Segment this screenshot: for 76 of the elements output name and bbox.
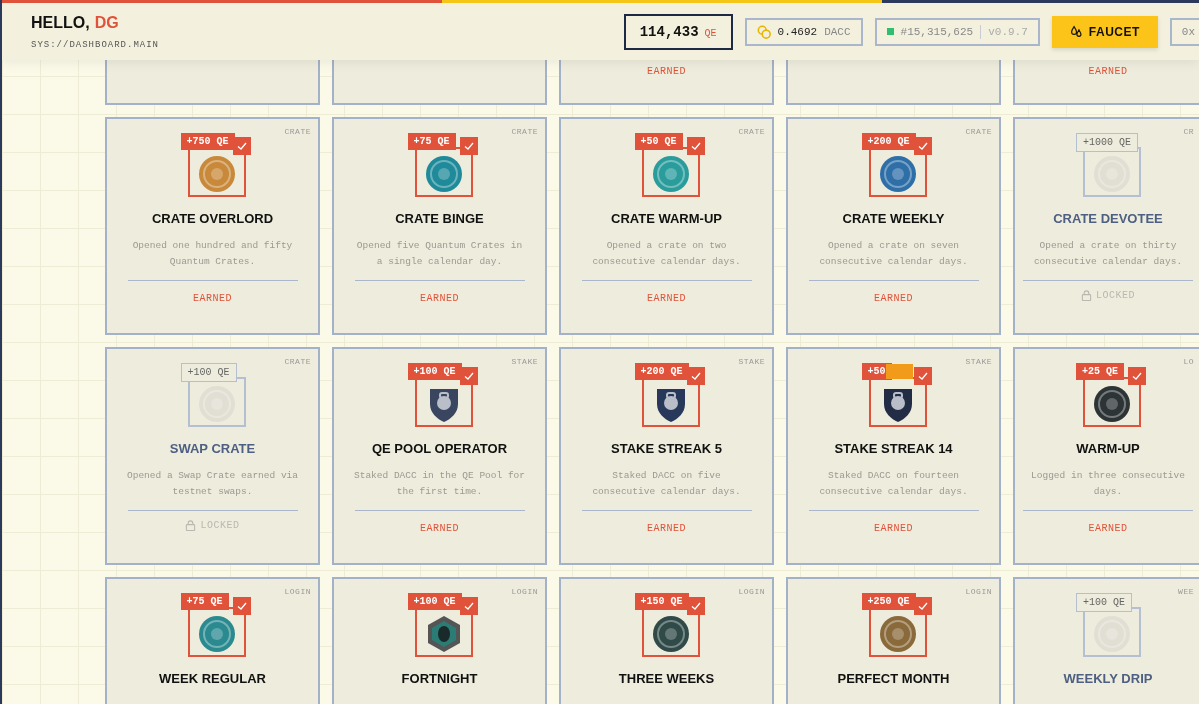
achievement-title: WEEK REGULAR	[159, 671, 266, 686]
category-label: WEE	[1178, 587, 1194, 596]
drops-icon	[1069, 25, 1083, 38]
category-label: STAKE	[511, 357, 538, 366]
status-label: EARNED	[647, 66, 686, 77]
status-label: EARNED	[874, 293, 913, 304]
lock-icon	[185, 520, 197, 531]
achievement-title: WARM-UP	[1076, 441, 1140, 456]
reward-tag: +100 QE	[407, 363, 462, 380]
category-label: LOGIN	[965, 587, 992, 596]
status-label: EARNED	[1088, 66, 1128, 77]
dacc-balance: 0.4692 DACC	[744, 17, 863, 46]
category-label: LOGIN	[511, 587, 538, 596]
achievement-description: Opened a crate on two consecutive calendar days.	[591, 239, 742, 269]
achievement-title: WEEKLY DRIP	[1063, 671, 1153, 686]
achievement-title: CRATE DEVOTEE	[1053, 211, 1163, 226]
status-label: EARNED	[647, 293, 686, 304]
reward-tag: +100 QE	[180, 363, 237, 382]
reward-tag: +150 QE	[634, 593, 689, 610]
achievement-title: STAKE STREAK 14	[834, 441, 953, 456]
achievement-title: CRATE WEEKLY	[842, 211, 945, 226]
lock-icon	[1081, 290, 1092, 301]
category-label: CRATE	[284, 357, 311, 366]
faucet-button[interactable]: FAUCET	[1051, 15, 1158, 48]
category-label: LOGIN	[284, 587, 311, 596]
category-label: CRATE	[738, 127, 765, 136]
category-label: CRATE	[965, 127, 992, 136]
reward-tag: +100 QE	[1076, 593, 1132, 612]
achievement-description: Logged in three consecutive days.	[1030, 469, 1186, 499]
reward-tag: +75 QE	[180, 593, 229, 610]
status-label: EARNED	[874, 523, 913, 534]
achievement-description: Staked DACC on five consecutive calendar days.	[591, 469, 742, 499]
achievement-description: Staked DACC on fourteen consecutive calendar days.	[818, 469, 969, 499]
achievement-title: CRATE WARM-UP	[611, 211, 722, 226]
achievement-title: QE POOL OPERATOR	[371, 441, 508, 456]
achievement-description: Opened one hundred and fifty Quantum Crates.	[131, 239, 294, 269]
achievement-title: THREE WEEKS	[618, 671, 715, 686]
status-label: EARNED	[647, 523, 686, 534]
reward-tag: +200 QE	[861, 133, 916, 150]
network-status: #15,315,625 v0.9.7	[874, 17, 1040, 46]
page-path: SYS://DASHBOARD.MAIN	[31, 39, 160, 50]
greeting: HELLO,	[31, 13, 90, 32]
achievement-title: SWAP CRATE	[169, 441, 256, 456]
achievement-description: Opened a Swap Crate earned via testnet swaps.	[126, 469, 299, 499]
category-label: STAKE	[738, 357, 765, 366]
category-label: CR	[1183, 127, 1194, 136]
reward-tag: +250 QE	[861, 593, 916, 610]
category-label: CRATE	[511, 127, 538, 136]
achievement-description: Opened a crate on thirty consecutive calendar days.	[1032, 239, 1184, 269]
category-label: LOGIN	[738, 587, 765, 596]
achievement-title: CRATE OVERLORD	[151, 211, 274, 226]
reward-tag: +100 QE	[407, 593, 462, 610]
user-name: DG	[94, 13, 119, 32]
achievement-description: Staked DACC in the QE Pool for the first time.	[353, 469, 526, 499]
category-label: CRATE	[284, 127, 311, 136]
achievement-description: Opened a crate on seven consecutive calendar days.	[818, 239, 969, 269]
achievement-title: FORTNIGHT	[401, 671, 478, 686]
reward-tag: +75 QE	[407, 133, 456, 150]
status-label: EARNED	[420, 523, 459, 534]
reward-tag: +50 QE	[634, 133, 683, 150]
status-square	[886, 28, 894, 35]
status-label: EARNED	[193, 293, 232, 304]
reward-tag: +750 QE	[180, 133, 235, 150]
achievement-description: Opened five Quantum Crates in a single calendar day.	[355, 239, 524, 269]
status-label: EARNED	[420, 293, 459, 304]
achievement-title: PERFECT MONTH	[837, 671, 950, 686]
status-label: EARNED	[1088, 523, 1128, 534]
reward-tag: +1000 QE	[1076, 133, 1138, 152]
achievement-title: STAKE STREAK 5	[611, 441, 722, 456]
category-label: STAKE	[965, 357, 992, 366]
balance-box: 114,433 QE	[623, 13, 733, 50]
achievement-title: CRATE BINGE	[395, 211, 484, 226]
category-label: LO	[1183, 357, 1194, 366]
coins-icon	[756, 24, 771, 39]
reward-tag: +25 QE	[1076, 363, 1124, 380]
reward-tag: +200 QE	[634, 363, 689, 380]
